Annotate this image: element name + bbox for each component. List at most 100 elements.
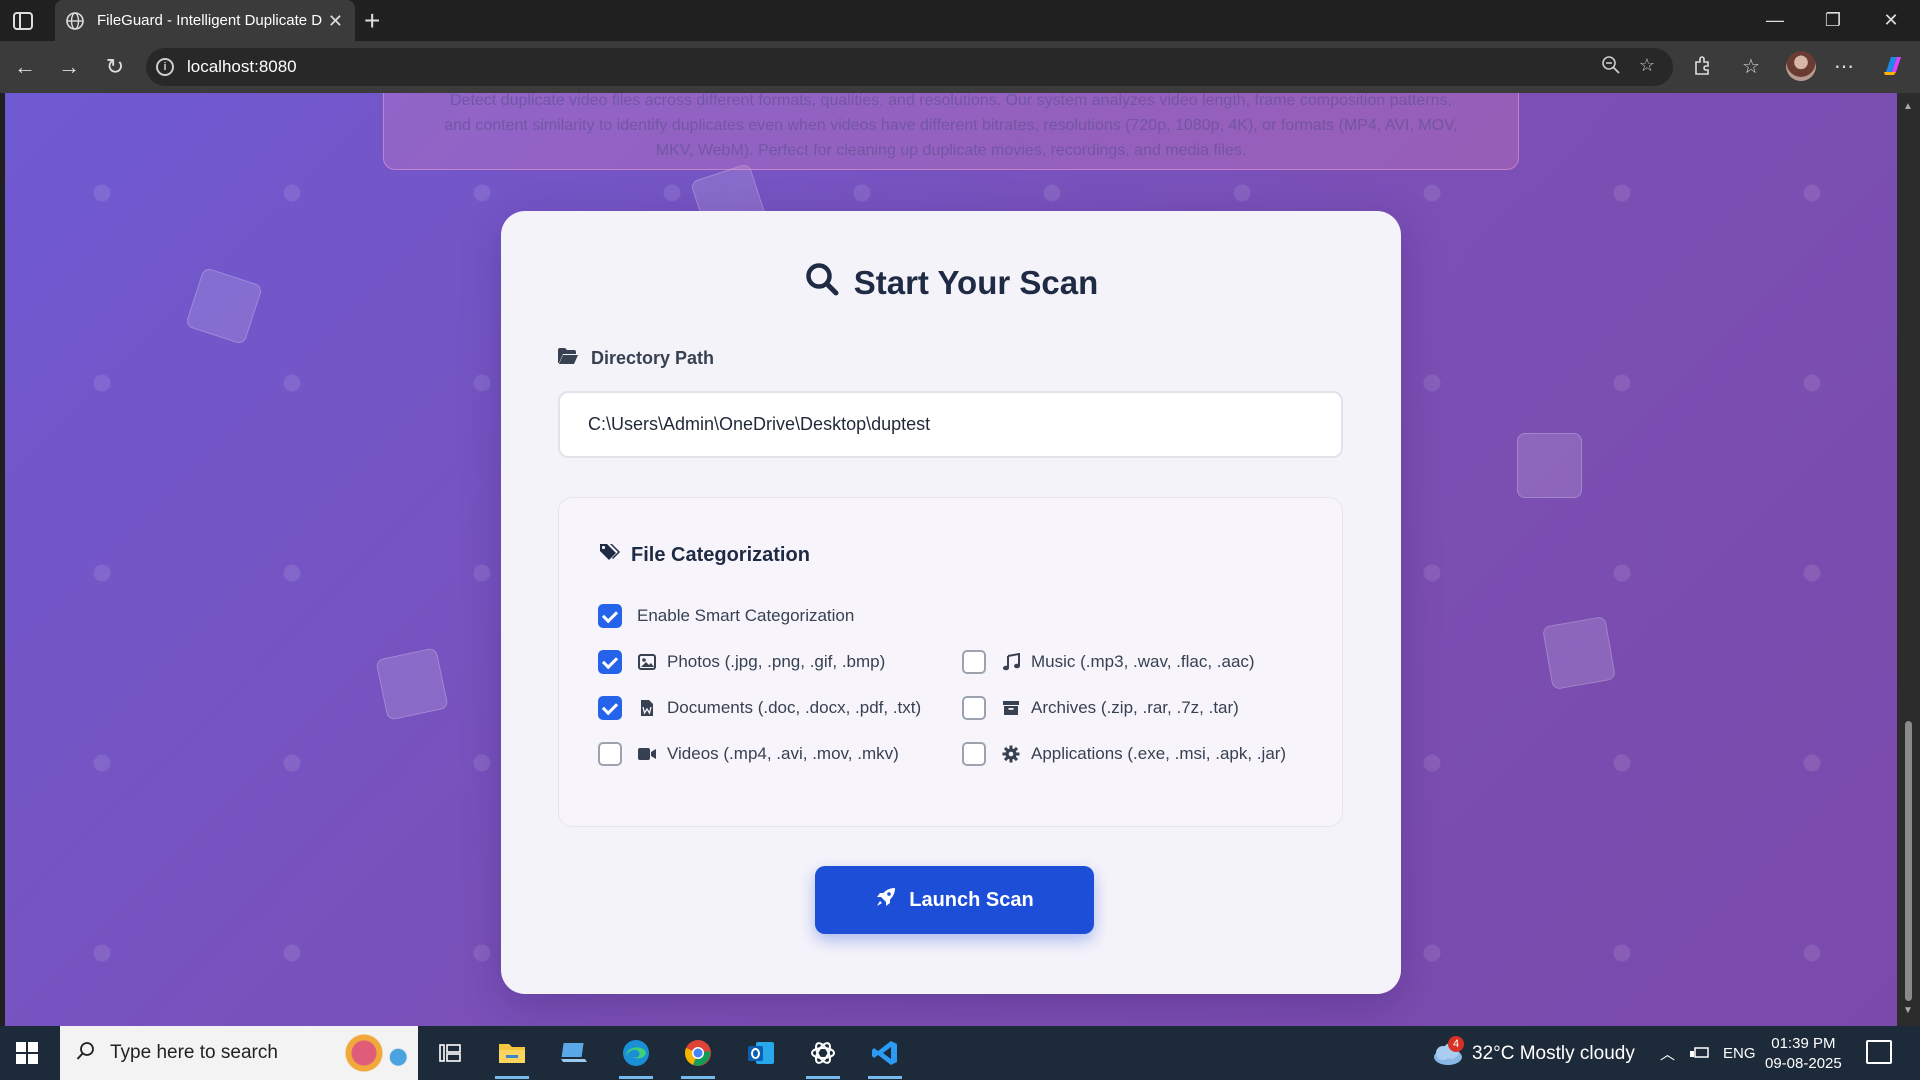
scroll-up-arrow[interactable]: ▲ <box>1903 101 1913 112</box>
taskbar-search-box[interactable]: Type here to search <box>60 1026 418 1080</box>
floating-square-decoration <box>1541 615 1617 691</box>
restore-icon[interactable]: ❐ <box>1804 0 1862 41</box>
chatgpt-icon[interactable] <box>802 1034 844 1079</box>
categorization-heading-text: File Categorization <box>631 543 810 566</box>
scan-title: Start Your Scan <box>501 261 1401 305</box>
archives-checkbox[interactable] <box>962 696 986 720</box>
category-option-documents[interactable]: Documents (.doc, .docx, .pdf, .txt) <box>598 696 921 720</box>
image-icon <box>637 652 657 672</box>
scan-card: Start Your Scan Directory Path File Cate… <box>501 211 1401 994</box>
search-icon <box>804 261 840 305</box>
outlook-icon[interactable] <box>740 1034 782 1072</box>
document-icon <box>637 698 657 718</box>
address-bar[interactable]: i localhost:8080 ☆ <box>146 48 1673 86</box>
categorization-heading: File Categorization <box>599 542 810 568</box>
extensions-icon[interactable] <box>1692 54 1714 82</box>
window-controls: — ❐ ✕ <box>1746 0 1920 41</box>
video-detection-banner: Detect duplicate video files across diff… <box>383 93 1519 170</box>
taskbar-clock[interactable]: 01:39 PM 09-08-2025 <box>1765 1034 1842 1074</box>
floating-square-decoration <box>375 647 449 721</box>
close-tab-icon[interactable]: ✕ <box>328 11 343 32</box>
tab-title: FileGuard - Intelligent Duplicate D <box>97 12 323 29</box>
chevron-up-icon[interactable]: ︿ <box>1660 1043 1675 1064</box>
documents-checkbox[interactable] <box>598 696 622 720</box>
archive-icon <box>1001 698 1021 718</box>
language-indicator[interactable]: ENG <box>1723 1045 1756 1062</box>
scan-title-text: Start Your Scan <box>853 264 1099 301</box>
folder-open-icon <box>557 347 579 370</box>
back-icon[interactable]: ← <box>12 54 38 80</box>
music-label: Music (.mp3, .wav, .flac, .aac) <box>1031 652 1255 671</box>
clock-time: 01:39 PM <box>1771 1035 1836 1052</box>
search-icon <box>76 1041 96 1066</box>
windows-start-icon[interactable] <box>15 1041 39 1065</box>
file-categorization-panel: File Categorization Enable Smart Categor… <box>558 497 1343 827</box>
archives-label: Archives (.zip, .rar, .7z, .tar) <box>1031 698 1239 717</box>
music-checkbox[interactable] <box>962 650 986 674</box>
scrollbar-thumb[interactable] <box>1905 721 1912 1001</box>
weather-alert-badge: 4 <box>1448 1036 1464 1052</box>
windows-taskbar: Type here to search 4 32°C Mostly cloudy… <box>0 1026 1920 1080</box>
tags-icon <box>599 542 621 568</box>
weather-text: 32°C Mostly cloudy <box>1472 1043 1635 1064</box>
weather-widget[interactable]: 4 32°C Mostly cloudy <box>1430 1036 1635 1066</box>
launch-scan-button[interactable]: Launch Scan <box>815 866 1094 934</box>
banner-line: and content similarity to identify dupli… <box>444 117 1458 134</box>
documents-label: Documents (.doc, .docx, .pdf, .txt) <box>667 698 922 717</box>
tab-actions-icon[interactable] <box>10 8 36 34</box>
videos-label: Videos (.mp4, .avi, .mov, .mkv) <box>667 744 899 763</box>
laptop-app-icon[interactable] <box>553 1034 595 1072</box>
page-viewport: Detect duplicate video files across diff… <box>5 93 1897 1026</box>
refresh-icon[interactable]: ↻ <box>102 54 128 80</box>
directory-label-text: Directory Path <box>591 348 715 368</box>
applications-label: Applications (.exe, .msi, .apk, .jar) <box>1031 744 1287 763</box>
photos-checkbox[interactable] <box>598 650 622 674</box>
copilot-icon[interactable] <box>1880 52 1906 84</box>
zoom-icon[interactable] <box>1601 55 1621 80</box>
search-placeholder: Type here to search <box>110 1042 278 1063</box>
category-option-archives[interactable]: Archives (.zip, .rar, .7z, .tar) <box>962 696 1239 720</box>
url-text: localhost:8080 <box>187 57 297 76</box>
scroll-down-arrow[interactable]: ▼ <box>1903 1005 1913 1016</box>
photos-label: Photos (.jpg, .png, .gif, .bmp) <box>667 652 886 671</box>
category-option-music[interactable]: Music (.mp3, .wav, .flac, .aac) <box>962 650 1255 674</box>
gear-icon <box>1001 744 1021 764</box>
profile-avatar[interactable] <box>1786 51 1816 81</box>
cloud-icon: 4 <box>1430 1036 1464 1066</box>
site-info-icon[interactable]: i <box>156 58 174 76</box>
new-tab-button[interactable]: + <box>364 5 380 37</box>
browser-tab[interactable]: FileGuard - Intelligent Duplicate D ✕ <box>55 0 355 41</box>
forward-icon[interactable]: → <box>56 54 82 80</box>
minimize-icon[interactable]: — <box>1746 0 1804 41</box>
vscode-icon[interactable] <box>864 1034 906 1079</box>
rocket-icon <box>875 886 897 914</box>
file-explorer-icon[interactable] <box>491 1034 533 1079</box>
globe-icon <box>65 11 85 31</box>
directory-label: Directory Path <box>557 347 714 370</box>
videos-checkbox[interactable] <box>598 742 622 766</box>
applications-checkbox[interactable] <box>962 742 986 766</box>
banner-line: MKV, WebM). Perfect for cleaning up dupl… <box>655 142 1247 159</box>
network-icon[interactable] <box>1689 1044 1709 1064</box>
edge-browser-icon[interactable] <box>615 1034 657 1079</box>
category-option-applications[interactable]: Applications (.exe, .msi, .apk, .jar) <box>962 742 1286 766</box>
banner-line: Detect duplicate video files across diff… <box>450 93 1452 109</box>
floating-square-decoration <box>1517 433 1582 498</box>
page-scrollbar[interactable]: ▲ ▼ <box>1897 93 1920 1026</box>
more-menu-icon[interactable]: ⋯ <box>1834 54 1854 79</box>
enable-categorization-checkbox[interactable] <box>598 604 622 628</box>
browser-titlebar: FileGuard - Intelligent Duplicate D ✕ + … <box>0 0 1920 41</box>
category-option-videos[interactable]: Videos (.mp4, .avi, .mov, .mkv) <box>598 742 899 766</box>
enable-categorization-option[interactable]: Enable Smart Categorization <box>598 604 854 628</box>
directory-path-input[interactable] <box>558 391 1343 458</box>
category-option-photos[interactable]: Photos (.jpg, .png, .gif, .bmp) <box>598 650 885 674</box>
task-view-icon[interactable] <box>429 1034 471 1072</box>
video-icon <box>637 744 657 764</box>
search-highlight-decoration <box>328 1032 418 1074</box>
favorite-star-icon[interactable]: ☆ <box>1639 55 1655 80</box>
music-icon <box>1001 652 1021 672</box>
chrome-icon[interactable] <box>677 1034 719 1079</box>
close-window-icon[interactable]: ✕ <box>1862 0 1920 41</box>
notification-center-icon[interactable] <box>1866 1040 1892 1064</box>
favorites-icon[interactable]: ☆ <box>1742 54 1760 79</box>
